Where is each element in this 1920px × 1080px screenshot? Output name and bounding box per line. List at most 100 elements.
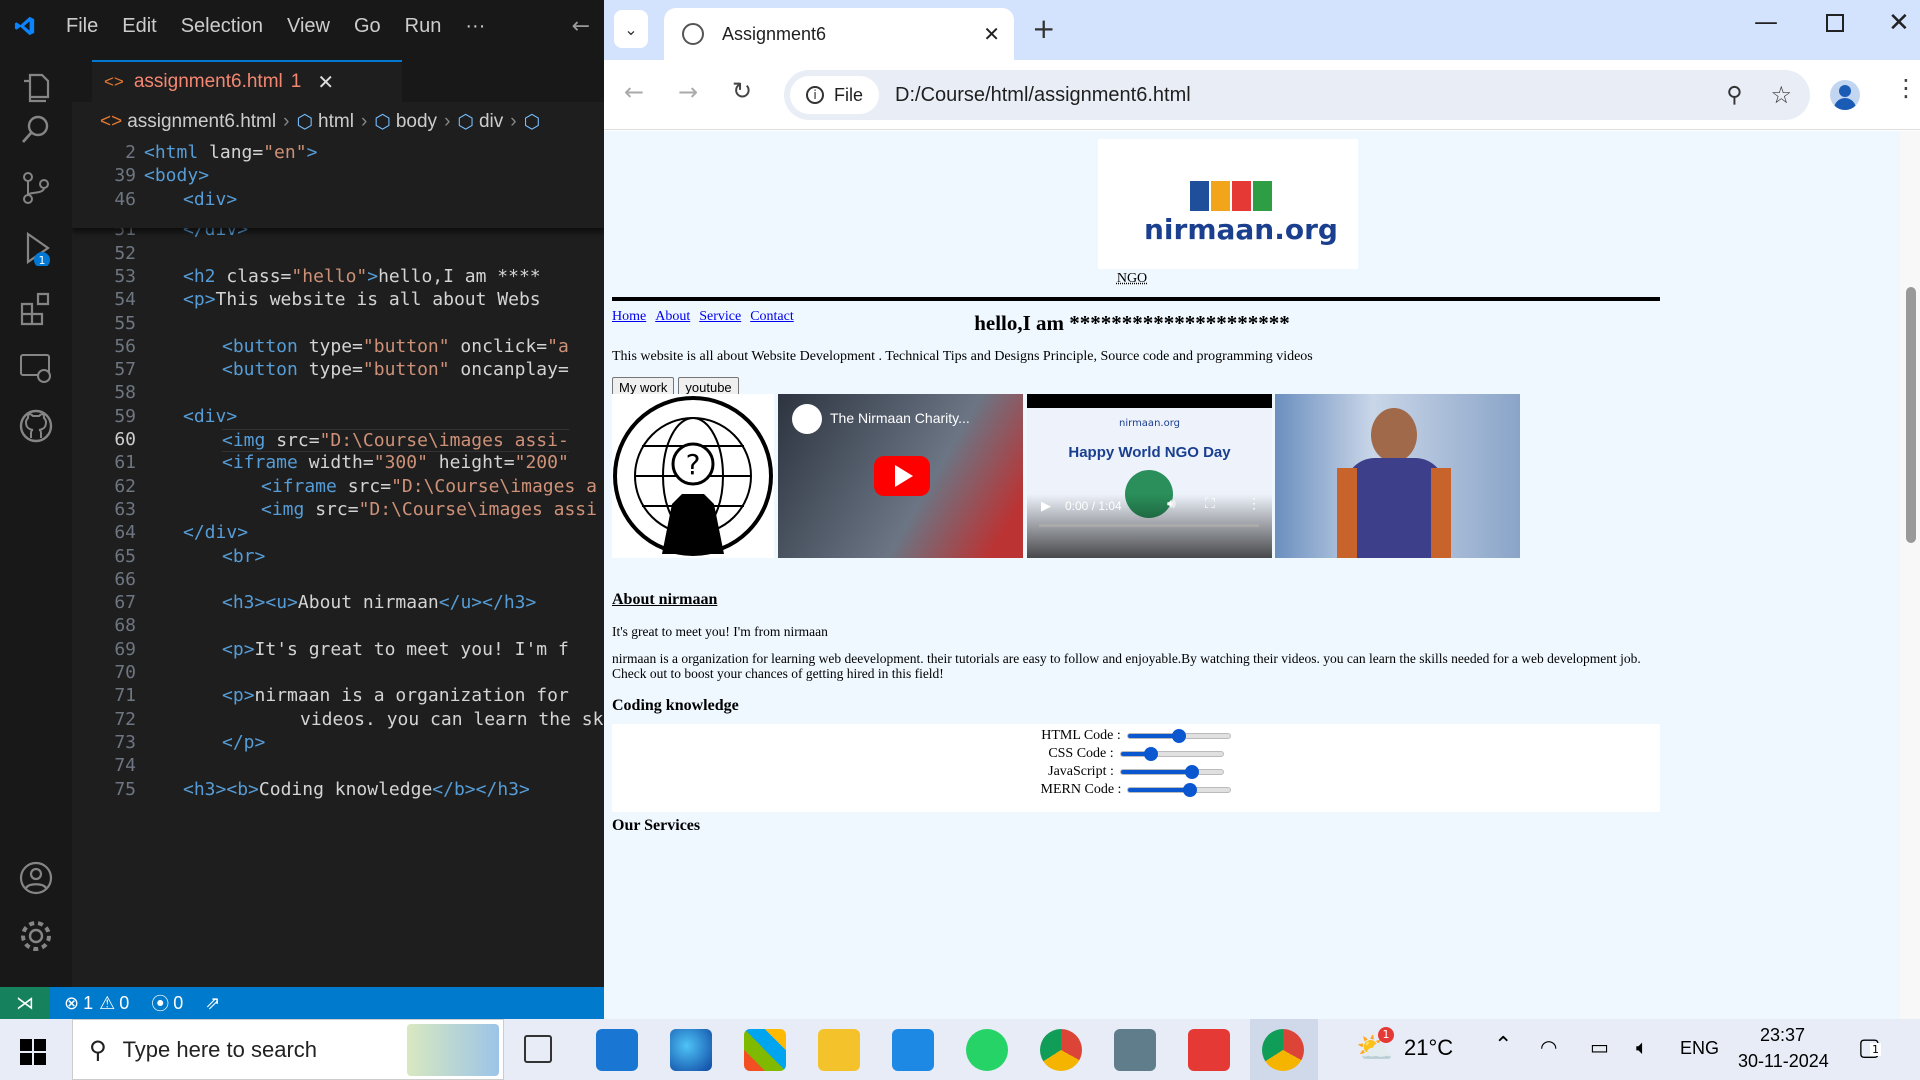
menu-file[interactable]: File (54, 15, 110, 38)
windows-start-icon[interactable] (20, 1039, 46, 1065)
ports-count[interactable]: 0 (173, 993, 183, 1014)
tab-assignment6[interactable]: <> assignment6.html 1 ✕ (92, 60, 402, 102)
code-line[interactable]: <div> (183, 406, 237, 427)
whatsapp-icon[interactable] (966, 1029, 1008, 1071)
bookmark-star-icon[interactable]: ☆ (1770, 81, 1792, 109)
code-line[interactable]: <br> (222, 546, 265, 567)
settings-gear-icon[interactable] (18, 918, 54, 954)
code-line[interactable]: </div> (183, 522, 248, 543)
warning-icon[interactable]: ⚠ (99, 993, 115, 1014)
sticky-code-line[interactable]: <div> (183, 189, 237, 210)
mail-app-icon[interactable] (596, 1029, 638, 1071)
volume-icon[interactable]: 🔈︎ (1636, 1035, 1648, 1059)
code-line[interactable]: <img src="D:\Course\images assi- (222, 429, 569, 452)
skill-slider-thumb[interactable] (1144, 747, 1159, 761)
extensions-icon[interactable] (18, 290, 54, 326)
ports-icon[interactable]: ⦿ (151, 990, 169, 1016)
profile-avatar-icon[interactable] (1830, 80, 1860, 110)
more-options-icon[interactable]: ⋮ (1247, 496, 1261, 513)
back-arrow-icon[interactable]: ← (572, 14, 590, 39)
close-tab-icon[interactable]: ✕ (983, 22, 1000, 47)
zoom-icon[interactable]: ⚲ (1726, 83, 1742, 108)
sticky-code-line[interactable]: <body> (144, 165, 209, 186)
skill-slider[interactable] (1119, 765, 1224, 779)
code-line[interactable]: </p> (222, 732, 265, 753)
sticky-code-line[interactable]: <html lang="en"> (144, 142, 317, 163)
search-icon[interactable] (18, 112, 54, 148)
wifi-icon[interactable]: ◠ (1540, 1035, 1557, 1059)
new-tab-plus-icon[interactable]: + (1032, 12, 1055, 45)
edge-browser-icon[interactable] (670, 1029, 712, 1071)
tab-search-dropdown-icon[interactable]: ⌄ (614, 10, 648, 48)
error-icon[interactable]: ⊗ (64, 993, 79, 1014)
explorer-icon[interactable] (18, 70, 54, 106)
youtube-embed[interactable]: The Nirmaan Charity... (778, 394, 1023, 558)
code-editor[interactable]: 2<html lang="en">39<body>46<div> <a href… (72, 142, 604, 987)
menu-more[interactable]: ··· (453, 15, 497, 38)
back-arrow-icon[interactable]: ← (624, 78, 644, 106)
chevron-up-icon[interactable]: ⌃ (1494, 1033, 1512, 1058)
sticky-scroll[interactable]: 2 <html lang="en"> 39 <body> 46 <div> (72, 142, 604, 228)
breadcrumb-body[interactable]: body (396, 111, 437, 133)
clock-date[interactable]: 30-11-2024 (1738, 1051, 1829, 1072)
forward-arrow-icon[interactable]: → (678, 78, 698, 106)
breadcrumb-div[interactable]: div (479, 111, 503, 133)
code-line[interactable]: <iframe src="D:\Course\images a (261, 476, 597, 497)
chrome-profile-icon[interactable] (1040, 1029, 1082, 1071)
chrome-icon[interactable] (1262, 1029, 1304, 1071)
video-player[interactable]: nirmaan.org Happy World NGO Day ▶ 0:00 /… (1027, 394, 1272, 558)
close-window-icon[interactable]: ✕ (1888, 8, 1910, 38)
reload-icon[interactable]: ↻ (732, 77, 752, 105)
breadcrumb-html[interactable]: html (318, 111, 354, 133)
youtube-play-icon[interactable] (874, 456, 930, 496)
run-debug-icon[interactable]: 1 (18, 230, 54, 268)
skill-slider[interactable] (1119, 747, 1224, 761)
calculator-icon[interactable] (1114, 1029, 1156, 1071)
language-indicator[interactable]: ENG (1680, 1038, 1719, 1059)
minimize-icon[interactable]: — (1754, 8, 1778, 36)
skill-slider-thumb[interactable] (1185, 765, 1200, 779)
code-line[interactable]: <button type="button" onclick="a (222, 336, 569, 357)
code-line[interactable]: <p>This website is all about Webs (183, 289, 541, 310)
code-line[interactable]: <p>It's great to meet you! I'm f (222, 639, 569, 660)
code-line[interactable]: <h3><u>About nirmaan</u></h3> (222, 592, 536, 613)
code-line[interactable]: <h3><b>Coding knowledge</b></h3> (183, 779, 530, 800)
live-share-icon[interactable]: ⇗ (205, 993, 220, 1014)
code-line[interactable]: <iframe width="300" height="200" (222, 452, 569, 473)
fullscreen-icon[interactable]: ⛶ (1205, 497, 1215, 513)
battery-icon[interactable]: ▭ (1590, 1035, 1609, 1059)
remote-indicator-icon[interactable]: ⋊ (0, 987, 50, 1019)
source-control-icon[interactable] (18, 170, 54, 206)
maximize-icon[interactable] (1826, 14, 1844, 32)
play-icon[interactable]: ▶ (1041, 498, 1051, 514)
scrollbar-thumb[interactable] (1906, 287, 1916, 543)
code-line[interactable]: <img src="D:\Course\images assi (261, 499, 597, 520)
skill-slider[interactable] (1127, 783, 1232, 797)
wps-office-icon[interactable] (1188, 1029, 1230, 1071)
menu-go[interactable]: Go (342, 15, 393, 38)
error-count[interactable]: 1 (83, 993, 93, 1014)
skill-slider-thumb[interactable] (1182, 783, 1197, 797)
remote-explorer-icon[interactable] (18, 350, 54, 386)
weather-temp[interactable]: 21°C (1404, 1035, 1453, 1061)
warning-count[interactable]: 0 (119, 993, 129, 1014)
code-line[interactable]: <h2 class="hello">hello,I am **** (183, 266, 541, 287)
url-text[interactable]: D:/Course/html/assignment6.html (895, 84, 1191, 107)
close-tab-icon[interactable]: ✕ (317, 70, 334, 95)
site-info-chip[interactable]: i File (790, 76, 880, 114)
file-explorer-icon[interactable] (818, 1029, 860, 1071)
menu-edit[interactable]: Edit (110, 15, 168, 38)
page-scrollbar[interactable] (1900, 131, 1920, 1019)
menu-selection[interactable]: Selection (169, 15, 275, 38)
menu-view[interactable]: View (275, 15, 342, 38)
menu-run[interactable]: Run (393, 15, 454, 38)
store-app-icon[interactable] (744, 1029, 786, 1071)
address-bar[interactable]: i File D:/Course/html/assignment6.html ⚲… (784, 70, 1810, 120)
kebab-menu-icon[interactable]: ⋮ (1894, 74, 1918, 102)
taskbar-search-box[interactable]: ⚲ Type here to search (72, 1019, 504, 1080)
video-progress-bar[interactable] (1039, 524, 1259, 527)
volume-icon[interactable]: 🔊︎ (1167, 497, 1176, 513)
skill-slider-thumb[interactable] (1171, 729, 1186, 743)
code-line[interactable]: <p>nirmaan is a organization for (222, 685, 569, 706)
code-line[interactable]: videos. you can learn the ski (300, 709, 604, 730)
